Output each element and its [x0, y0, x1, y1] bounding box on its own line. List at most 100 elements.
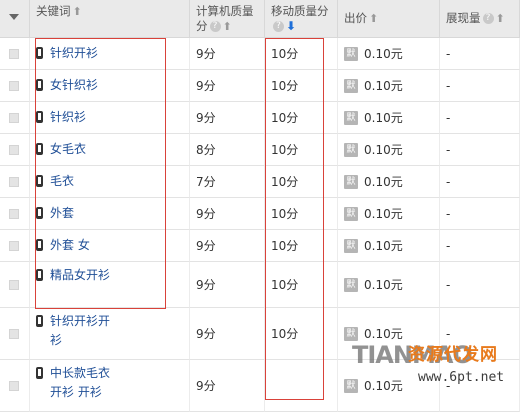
keyword-text[interactable]: 外套 — [50, 204, 74, 223]
keyword-cell[interactable]: 外套 — [30, 198, 190, 230]
mobile-quality-value: 10分 — [271, 239, 299, 253]
pc-quality-cell: 8分 — [190, 134, 265, 166]
bid-cell[interactable]: 默 0.10元 — [338, 102, 440, 134]
row-checkbox[interactable] — [9, 208, 19, 219]
help-icon[interactable]: ? — [482, 13, 494, 24]
row-select-cell[interactable] — [0, 166, 30, 198]
price-tag-icon[interactable]: 默 — [344, 206, 358, 221]
price-tag-icon[interactable]: 默 — [344, 238, 358, 253]
keyword-text[interactable]: 精品女开衫 — [50, 266, 110, 285]
keyword-link[interactable]: 针织开衫开衫 — [36, 312, 110, 350]
keyword-cell[interactable]: 毛衣 — [30, 166, 190, 198]
keyword-cell[interactable]: 针织衫 — [30, 102, 190, 134]
impressions-value: - — [446, 174, 451, 189]
keyword-text[interactable]: 女针织衫 — [50, 76, 98, 95]
row-select-cell[interactable] — [0, 308, 30, 360]
pc-quality-cell: 9分 — [190, 230, 265, 262]
bid-cell[interactable]: 默 0.10元 — [338, 70, 440, 102]
bid-cell[interactable]: 默 0.10元 — [338, 262, 440, 308]
keyword-cell[interactable]: 针织开衫开衫 — [30, 308, 190, 360]
keyword-link[interactable]: 女毛衣 — [36, 140, 86, 159]
row-select-cell[interactable] — [0, 102, 30, 134]
sort-up-icon[interactable]: ⬆ — [223, 19, 232, 34]
price-tag-icon[interactable]: 默 — [344, 174, 358, 189]
row-select-cell[interactable] — [0, 262, 30, 308]
row-checkbox[interactable] — [9, 112, 19, 123]
sort-down-active-icon[interactable]: ⬇ — [286, 19, 296, 34]
help-icon[interactable]: ? — [273, 21, 284, 32]
row-checkbox[interactable] — [9, 48, 19, 59]
keyword-text[interactable]: 针织开衫 — [50, 44, 98, 63]
bid-cell[interactable]: 默 0.10元 — [338, 230, 440, 262]
bid-cell[interactable]: 默 0.10元 — [338, 38, 440, 70]
keyword-cell[interactable]: 女针织衫 — [30, 70, 190, 102]
keyword-text[interactable]: 女毛衣 — [50, 140, 86, 159]
help-icon[interactable]: ? — [209, 21, 221, 32]
price-tag-icon[interactable]: 默 — [344, 326, 358, 341]
mobile-quality-cell: 10分 — [265, 308, 338, 360]
keyword-text[interactable]: 针织开衫开衫 — [50, 312, 110, 350]
row-checkbox[interactable] — [9, 380, 19, 391]
row-select-cell[interactable] — [0, 198, 30, 230]
keyword-link[interactable]: 精品女开衫 — [36, 266, 110, 285]
header-mobile-quality-label: 移动质量分 — [271, 4, 329, 18]
row-select-cell[interactable] — [0, 70, 30, 102]
sort-up-icon[interactable]: ⬆ — [73, 4, 82, 19]
mobile-phone-icon — [36, 367, 43, 379]
keyword-text[interactable]: 外套 女 — [50, 236, 90, 255]
header-select-all[interactable] — [0, 0, 30, 38]
keyword-cell[interactable]: 中长款毛衣开衫 开衫 — [30, 360, 190, 412]
bid-cell[interactable]: 默 0.10元 — [338, 166, 440, 198]
keyword-cell[interactable]: 针织开衫 — [30, 38, 190, 70]
row-select-cell[interactable] — [0, 360, 30, 412]
row-checkbox[interactable] — [9, 279, 19, 290]
price-tag-icon[interactable]: 默 — [344, 46, 358, 61]
price-tag-icon[interactable]: 默 — [344, 378, 358, 393]
mobile-phone-icon — [36, 207, 43, 219]
keyword-link[interactable]: 针织衫 — [36, 108, 86, 127]
header-keyword[interactable]: 关键词 ⬆ — [30, 0, 190, 38]
price-tag-icon[interactable]: 默 — [344, 277, 358, 292]
row-checkbox[interactable] — [9, 176, 19, 187]
row-select-cell[interactable] — [0, 230, 30, 262]
header-pc-quality[interactable]: 计算机质量分? ⬆ — [190, 0, 265, 38]
header-mobile-quality[interactable]: 移动质量分 ? ⬇ — [265, 0, 338, 38]
bid-cell[interactable]: 默 0.10元 — [338, 134, 440, 166]
keyword-link[interactable]: 外套 — [36, 204, 74, 223]
price-tag-icon[interactable]: 默 — [344, 78, 358, 93]
keyword-link[interactable]: 中长款毛衣开衫 开衫 — [36, 364, 110, 402]
row-checkbox[interactable] — [9, 144, 19, 155]
mobile-phone-icon — [36, 143, 43, 155]
impressions-cell: - — [440, 166, 520, 198]
header-impressions[interactable]: 展现量? ⬆ — [440, 0, 520, 38]
mobile-quality-cell: 10分 — [265, 102, 338, 134]
sort-up-icon[interactable]: ⬆ — [369, 11, 378, 26]
sort-up-icon[interactable]: ⬆ — [496, 11, 505, 26]
keyword-text[interactable]: 毛衣 — [50, 172, 74, 191]
row-checkbox[interactable] — [9, 240, 19, 251]
bid-value: 0.10元 — [364, 111, 403, 125]
bid-value: 0.10元 — [364, 239, 403, 253]
price-tag-icon[interactable]: 默 — [344, 142, 358, 157]
keyword-cell[interactable]: 女毛衣 — [30, 134, 190, 166]
row-select-cell[interactable] — [0, 134, 30, 166]
bid-cell[interactable]: 默 0.10元 — [338, 198, 440, 230]
keyword-cell[interactable]: 外套 女 — [30, 230, 190, 262]
row-checkbox[interactable] — [9, 328, 19, 339]
mobile-quality-cell: 10分 — [265, 230, 338, 262]
row-checkbox[interactable] — [9, 80, 19, 91]
keyword-link[interactable]: 针织开衫 — [36, 44, 98, 63]
price-tag-icon[interactable]: 默 — [344, 110, 358, 125]
keyword-text[interactable]: 针织衫 — [50, 108, 86, 127]
bid-value: 0.10元 — [364, 175, 403, 189]
row-select-cell[interactable] — [0, 38, 30, 70]
select-dropdown-icon[interactable] — [9, 14, 19, 20]
keyword-link[interactable]: 女针织衫 — [36, 76, 98, 95]
mobile-phone-icon — [36, 239, 43, 251]
keyword-link[interactable]: 毛衣 — [36, 172, 74, 191]
keyword-link[interactable]: 外套 女 — [36, 236, 90, 255]
keyword-text[interactable]: 中长款毛衣开衫 开衫 — [50, 364, 110, 402]
header-bid[interactable]: 出价 ⬆ — [338, 0, 440, 38]
pc-quality-cell: 9分 — [190, 360, 265, 412]
keyword-cell[interactable]: 精品女开衫 — [30, 262, 190, 308]
